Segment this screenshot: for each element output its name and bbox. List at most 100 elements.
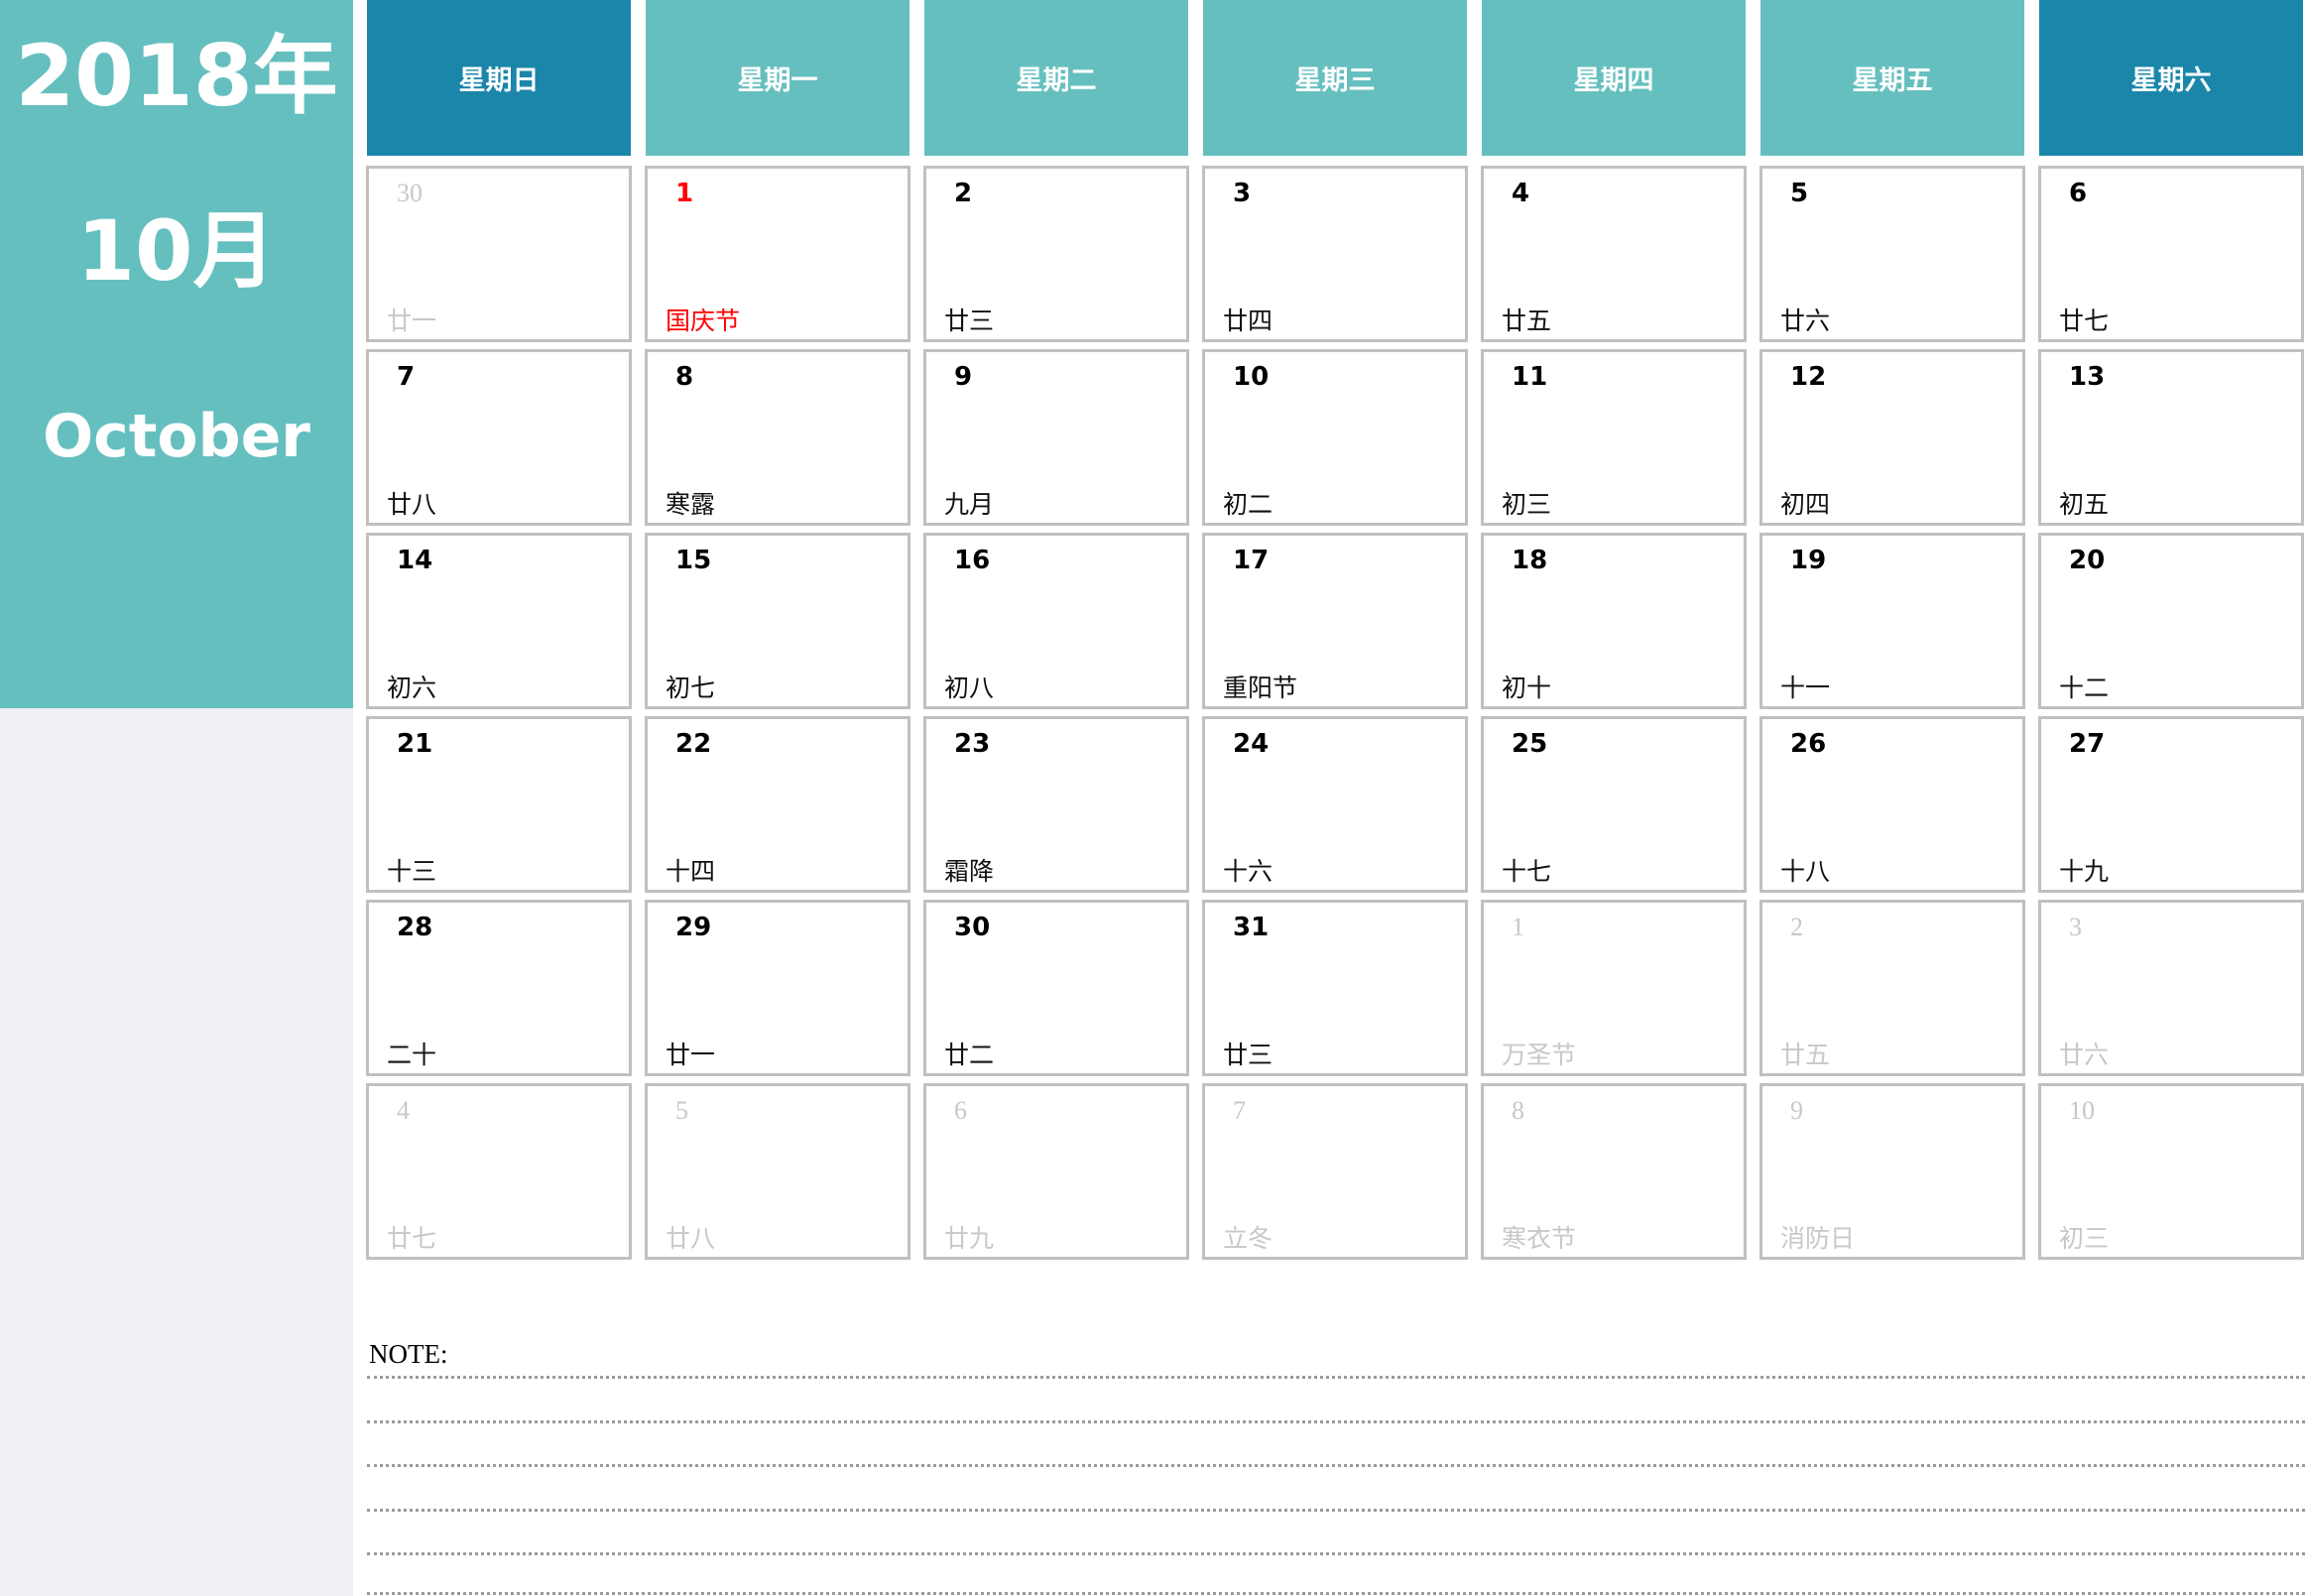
lunar-date: 初三 (1502, 490, 1552, 519)
day-number: 19 (1790, 546, 1827, 575)
day-number: 17 (1233, 546, 1270, 575)
day-number: 1 (675, 179, 694, 208)
day-number: 22 (675, 729, 712, 759)
lunar-date: 十九 (2059, 857, 2110, 886)
weekday-header: 星期日 (367, 0, 631, 156)
note-line[interactable] (367, 1509, 2305, 1512)
day-cell[interactable]: 12 初四 (1759, 349, 2025, 526)
day-cell-other-month[interactable]: 4 廿七 (366, 1083, 632, 1260)
lunar-date: 十六 (1223, 857, 1274, 886)
day-cell[interactable]: 22 十四 (645, 716, 910, 893)
day-number: 5 (675, 1096, 688, 1125)
day-cell[interactable]: 21 十三 (366, 716, 632, 893)
day-number: 8 (675, 362, 694, 392)
day-number: 27 (2069, 729, 2106, 759)
lunar-date: 廿五 (1502, 307, 1552, 335)
day-cell-other-month[interactable]: 9 消防日 (1759, 1083, 2025, 1260)
day-cell[interactable]: 16 初八 (923, 533, 1189, 709)
lunar-date: 十三 (387, 857, 437, 886)
month-title: 10月 (76, 202, 277, 300)
day-number: 9 (1790, 1096, 1803, 1125)
lunar-date: 十一 (1780, 674, 1831, 702)
day-cell[interactable]: 3 廿四 (1202, 166, 1468, 342)
lunar-date: 廿一 (387, 307, 437, 335)
note-line[interactable] (367, 1420, 2305, 1423)
weekday-header: 星期二 (924, 0, 1188, 156)
notes-label: NOTE: (369, 1339, 448, 1369)
lunar-date: 初十 (1502, 674, 1552, 702)
day-cell-other-month[interactable]: 5 廿八 (645, 1083, 910, 1260)
lunar-date: 廿七 (2059, 307, 2110, 335)
day-cell[interactable]: 10 初二 (1202, 349, 1468, 526)
day-number: 30 (954, 913, 991, 942)
day-cell[interactable]: 11 初三 (1481, 349, 1747, 526)
day-number: 10 (2069, 1096, 2095, 1125)
note-line[interactable] (367, 1552, 2305, 1555)
day-cell-other-month[interactable]: 8 寒衣节 (1481, 1083, 1747, 1260)
day-cell-other-month[interactable]: 2 廿五 (1759, 900, 2025, 1076)
day-cell[interactable]: 31 廿三 (1202, 900, 1468, 1076)
day-cell[interactable]: 27 十九 (2038, 716, 2304, 893)
day-cell-other-month[interactable]: 3 廿六 (2038, 900, 2304, 1076)
day-cell[interactable]: 28 二十 (366, 900, 632, 1076)
day-number: 4 (1512, 179, 1530, 208)
day-cell[interactable]: 6 廿七 (2038, 166, 2304, 342)
day-cell[interactable]: 20 十二 (2038, 533, 2304, 709)
day-cell-holiday[interactable]: 1 国庆节 (645, 166, 910, 342)
lunar-date: 廿五 (1780, 1041, 1831, 1069)
day-cell[interactable]: 8 寒露 (645, 349, 910, 526)
day-cell[interactable]: 2 廿三 (923, 166, 1189, 342)
lunar-date: 廿三 (1223, 1041, 1274, 1069)
day-cell[interactable]: 14 初六 (366, 533, 632, 709)
note-line[interactable] (367, 1376, 2305, 1379)
lunar-date: 廿九 (944, 1224, 995, 1253)
day-number: 12 (1790, 362, 1827, 392)
note-line[interactable] (367, 1592, 2305, 1595)
day-number: 11 (1512, 362, 1548, 392)
day-cell[interactable]: 13 初五 (2038, 349, 2304, 526)
lunar-date: 廿一 (666, 1041, 716, 1069)
lunar-date: 廿三 (944, 307, 995, 335)
day-cell[interactable]: 4 廿五 (1481, 166, 1747, 342)
day-cell-other-month[interactable]: 10 初三 (2038, 1083, 2304, 1260)
day-cell-other-month[interactable]: 1 万圣节 (1481, 900, 1747, 1076)
day-cell[interactable]: 26 十八 (1759, 716, 2025, 893)
day-number: 2 (1790, 913, 1803, 941)
day-cell[interactable]: 5 廿六 (1759, 166, 2025, 342)
day-cell[interactable]: 19 十一 (1759, 533, 2025, 709)
day-number: 10 (1233, 362, 1270, 392)
day-cell[interactable]: 18 初十 (1481, 533, 1747, 709)
lunar-date: 十七 (1502, 857, 1552, 886)
day-number: 23 (954, 729, 991, 759)
day-number: 2 (954, 179, 973, 208)
day-cell[interactable]: 30 廿二 (923, 900, 1189, 1076)
day-number: 26 (1790, 729, 1827, 759)
lunar-date: 二十 (387, 1041, 437, 1069)
day-cell-other-month[interactable]: 7 立冬 (1202, 1083, 1468, 1260)
weekday-header: 星期六 (2039, 0, 2303, 156)
lunar-date: 国庆节 (666, 307, 741, 335)
day-cell[interactable]: 29 廿一 (645, 900, 910, 1076)
day-cell[interactable]: 9 九月 (923, 349, 1189, 526)
lunar-date: 初三 (2059, 1224, 2110, 1253)
day-cell[interactable]: 17 重阳节 (1202, 533, 1468, 709)
note-line[interactable] (367, 1464, 2305, 1467)
day-number: 3 (1233, 179, 1252, 208)
day-cell-other-month[interactable]: 30 廿一 (366, 166, 632, 342)
day-number: 28 (397, 913, 433, 942)
day-number: 30 (397, 179, 423, 207)
year-title: 2018年 (15, 27, 338, 126)
day-cell[interactable]: 23 霜降 (923, 716, 1189, 893)
lunar-date: 廿四 (1223, 307, 1274, 335)
lunar-date: 消防日 (1780, 1224, 1856, 1253)
day-number: 14 (397, 546, 433, 575)
day-number: 4 (397, 1096, 410, 1125)
day-cell-other-month[interactable]: 6 廿九 (923, 1083, 1189, 1260)
day-cell[interactable]: 15 初七 (645, 533, 910, 709)
day-cell[interactable]: 7 廿八 (366, 349, 632, 526)
day-cell[interactable]: 25 十七 (1481, 716, 1747, 893)
lunar-date: 十八 (1780, 857, 1831, 886)
lunar-date: 寒露 (666, 490, 716, 519)
day-cell[interactable]: 24 十六 (1202, 716, 1468, 893)
day-number: 16 (954, 546, 991, 575)
